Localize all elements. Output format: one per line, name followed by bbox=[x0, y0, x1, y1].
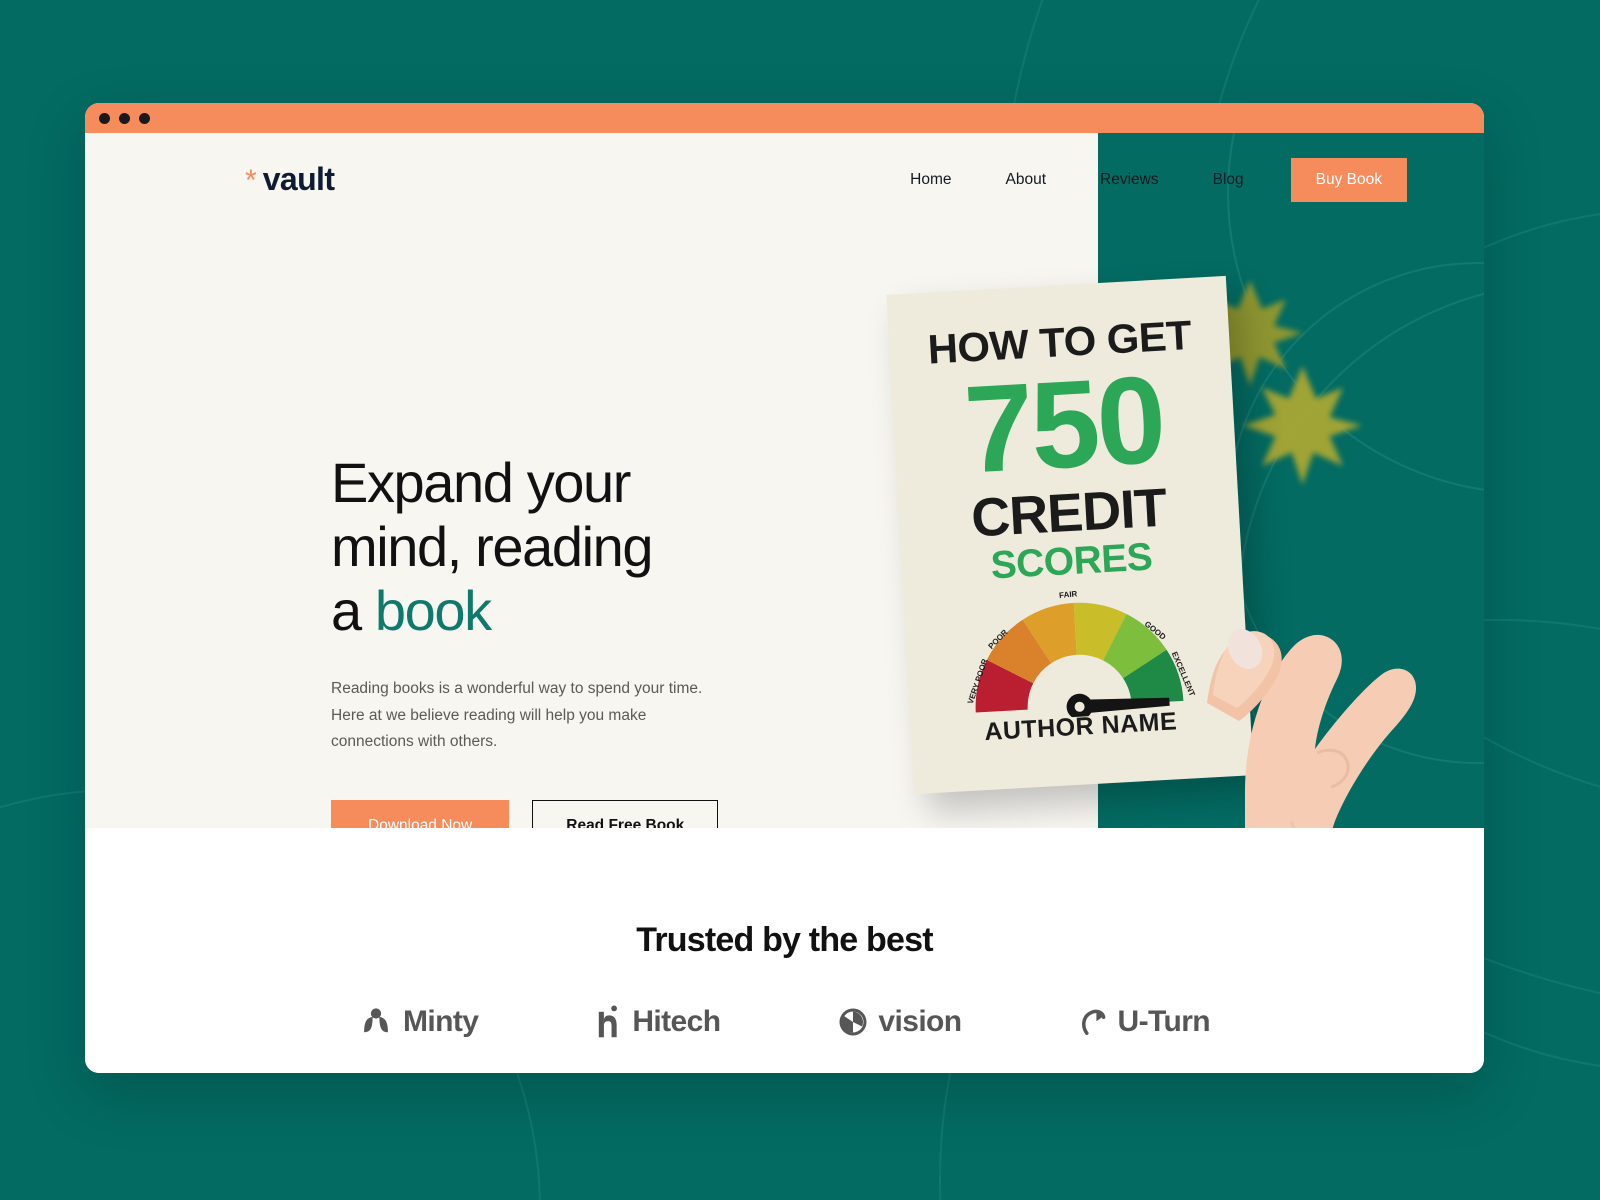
partner-name-vision: vision bbox=[878, 1005, 962, 1038]
page-title: Expand your mind, reading a book bbox=[331, 451, 811, 642]
partner-name-hitech: Hitech bbox=[632, 1005, 721, 1038]
svg-text:FAIR: FAIR bbox=[1059, 589, 1078, 600]
partner-logo-uturn[interactable]: U-Turn bbox=[1080, 1005, 1211, 1039]
credit-score-gauge-icon: VERY POOR POOR FAIR GOOD EXCELLENT bbox=[966, 589, 1197, 724]
nav-links: Home About Reviews Blog Buy Book bbox=[883, 133, 1484, 226]
nav-item-blog[interactable]: Blog bbox=[1186, 171, 1271, 189]
asterisk-icon: * bbox=[245, 164, 257, 197]
hero-title-line3: a bbox=[331, 578, 375, 642]
partner-logo-minty[interactable]: Minty bbox=[359, 1005, 479, 1039]
read-free-book-button[interactable]: Read Free Book bbox=[532, 799, 719, 828]
leaf-icon bbox=[364, 1008, 388, 1033]
hero-actions: Download Now Read Free Book bbox=[331, 799, 811, 828]
buy-book-button[interactable]: Buy Book bbox=[1290, 157, 1407, 202]
hero-title-line1: Expand your bbox=[331, 451, 631, 514]
partner-name-minty: Minty bbox=[403, 1005, 479, 1038]
book-cover-image: HOW TO GET 750 CREDIT SCORES VERY POOR P… bbox=[886, 275, 1254, 795]
pie-circle-icon bbox=[839, 1008, 867, 1036]
download-now-button[interactable]: Download Now bbox=[331, 799, 510, 828]
nav-item-home[interactable]: Home bbox=[883, 171, 978, 189]
window-minimize-dot[interactable] bbox=[119, 112, 130, 124]
main-navigation: * vault Home About Reviews Blog Buy Book bbox=[85, 133, 1484, 226]
brand-name: vault bbox=[262, 161, 335, 197]
nav-item-reviews[interactable]: Reviews bbox=[1073, 171, 1186, 189]
trusted-heading: Trusted by the best bbox=[636, 921, 933, 959]
leaf-decoration-icon bbox=[1243, 366, 1362, 485]
hero-title-accent: book bbox=[374, 578, 492, 642]
partner-logo-row: Minty Hitech vision U-Turn bbox=[85, 1005, 1484, 1039]
hero-paragraph: Reading books is a wonderful way to spen… bbox=[331, 680, 703, 750]
book-score-number: 750 bbox=[961, 350, 1167, 500]
partner-logo-vision[interactable]: vision bbox=[838, 1005, 962, 1039]
partner-name-uturn: U-Turn bbox=[1117, 1005, 1211, 1038]
h-mark-icon bbox=[599, 1005, 618, 1038]
hero-copy: Expand your mind, reading a book Reading… bbox=[331, 451, 811, 828]
nav-item-about[interactable]: About bbox=[979, 171, 1074, 189]
trusted-section: Trusted by the best Minty Hitech vision … bbox=[85, 828, 1484, 1073]
brand-logo[interactable]: * vault bbox=[245, 161, 335, 198]
u-turn-arrow-icon bbox=[1081, 1009, 1105, 1035]
hero-section: * vault Home About Reviews Blog Buy Book… bbox=[85, 133, 1484, 828]
book-title-line4: SCORES bbox=[989, 535, 1154, 588]
hero-title-line2: mind, reading bbox=[331, 514, 654, 578]
browser-titlebar bbox=[85, 103, 1484, 133]
window-maximize-dot[interactable] bbox=[139, 112, 150, 124]
window-close-dot[interactable] bbox=[99, 112, 110, 124]
partner-logo-hitech[interactable]: Hitech bbox=[596, 1005, 721, 1039]
browser-window: * vault Home About Reviews Blog Buy Book… bbox=[85, 103, 1484, 1073]
